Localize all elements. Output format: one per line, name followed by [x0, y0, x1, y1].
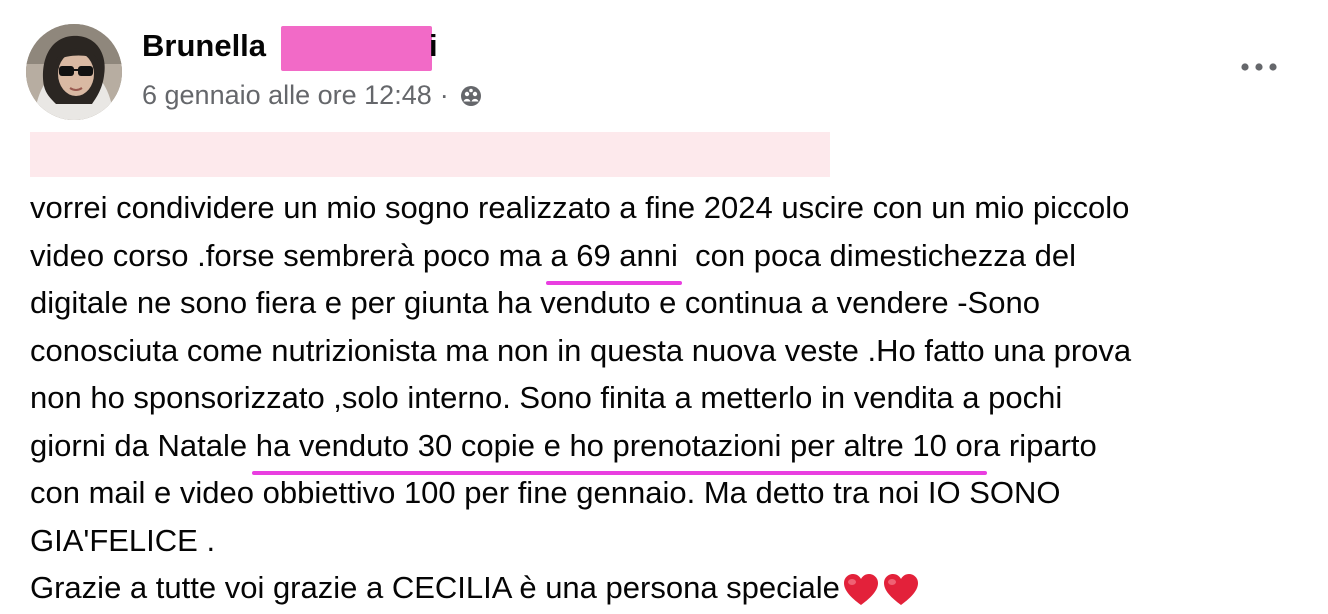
avatar[interactable]: [26, 24, 122, 120]
post-text-line: GIA'FELICE .: [30, 522, 216, 558]
post-text-line: giorni da Natale ha venduto 30 copie e h…: [30, 422, 1320, 475]
more-horizontal-icon: [1241, 63, 1277, 71]
group-icon[interactable]: [459, 84, 483, 108]
post-text-line: vorrei condividere un mio sogno realizza…: [30, 190, 1130, 225]
post-text: vorrei condividere un mio sogno realizza…: [30, 184, 1320, 612]
more-options-button[interactable]: [1236, 52, 1282, 82]
post-text-line: non ho sponsorizzato ,solo interno. Sono…: [30, 380, 1063, 415]
heart-icon: [843, 573, 878, 605]
redaction-bar: [281, 26, 432, 71]
highlighted-phrase: ha venduto 30 copie e ho prenotazioni pe…: [251, 422, 988, 475]
post-text-line: digitale ne sono fiera e per giunta ha v…: [30, 285, 1040, 320]
highlighted-phrase: a 69 anni: [546, 232, 682, 285]
post-timestamp[interactable]: 6 gennaio alle ore 12:48: [142, 80, 432, 111]
meta-separator: ·: [439, 80, 449, 110]
post-text-line: con mail e video obbiettivo 100 per fine…: [30, 475, 1061, 510]
post-meta: 6 gennaio alle ore 12:48 ·: [142, 80, 483, 111]
author-name[interactable]: Brunella: [142, 28, 266, 64]
author-name-tail: i: [429, 28, 438, 63]
emoji-group: [842, 572, 920, 608]
heart-icon: [883, 573, 918, 605]
post-text-line: Grazie a tutte voi grazie a CECILIA è un…: [30, 564, 1320, 612]
redaction-bar: [30, 132, 830, 177]
post-text-line: video corso .forse sembrerà poco ma a 69…: [30, 232, 1320, 285]
profile-photo: [26, 24, 122, 120]
post-text-line: conosciuta come nutrizionista ma non in …: [30, 332, 1132, 368]
